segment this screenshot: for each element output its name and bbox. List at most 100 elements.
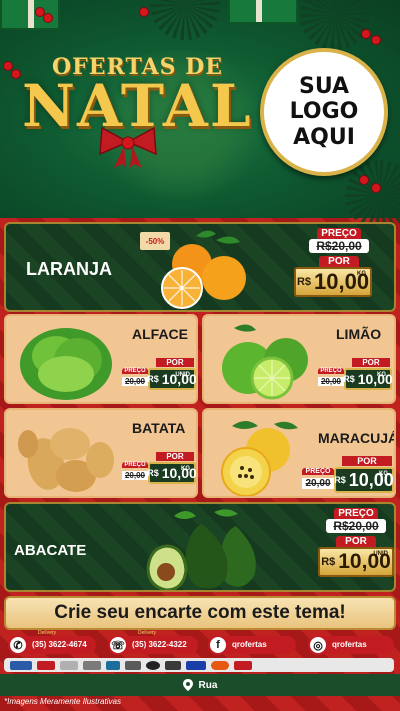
address-bar[interactable]: Rua (0, 674, 400, 696)
currency: R$ (147, 374, 159, 384)
avocado-image (146, 509, 256, 590)
instagram-handle: qrofertas (332, 640, 367, 649)
berry-icon (36, 8, 44, 16)
price-tag-laranja: PREÇO R$20,00 POR R$ 10,00 KG (294, 228, 374, 297)
visa-icon (186, 660, 206, 670)
berry-icon (140, 8, 148, 16)
mastercard-icon (211, 660, 229, 670)
product-name: ALFACE (132, 326, 188, 342)
phone-contact[interactable]: ☏ Delivery (35) 3622-4322 (108, 630, 198, 655)
new-price: R$ 10,00 KG (294, 267, 372, 297)
new-price: R$ 10,00 KG (147, 462, 197, 484)
card-icon (234, 660, 252, 670)
por-label: POR (319, 256, 359, 267)
whatsapp-contact[interactable]: ✆ Delivery (35) 3622-4674 (8, 630, 96, 655)
logo-line-3: AQUI (293, 124, 355, 150)
preco-label: PREÇO (317, 228, 361, 239)
card-icon (10, 660, 32, 670)
phone-icon: ☏ (108, 635, 128, 655)
logo-line-1: SUA (298, 74, 350, 100)
pine-branch-icon (150, 0, 220, 40)
instagram-icon: ◎ (308, 635, 328, 655)
pine-branch-icon (345, 160, 400, 230)
payment-methods-bar (4, 658, 394, 672)
facebook-icon: f (208, 635, 228, 655)
preco-label: PREÇO (318, 368, 344, 374)
berry-icon (12, 70, 20, 78)
new-price: R$ 10,00 UNID (318, 547, 394, 577)
whatsapp-icon: ✆ (8, 635, 28, 655)
preco-label: PREÇO (334, 508, 378, 519)
orange-image (161, 230, 246, 309)
lettuce-image (20, 328, 112, 400)
new-price: R$ 10,00 KG (343, 368, 393, 390)
unit: KG (377, 372, 386, 378)
card-icon (60, 660, 78, 670)
price-value: 10,00 (161, 465, 197, 481)
instagram-contact[interactable]: ◎ qrofertas (308, 635, 394, 655)
christmas-header: OFERTAS DE NATAL SUA LOGO AQUI (0, 0, 400, 230)
phone-number: (35) 3622-4322 (132, 640, 187, 649)
logo-line-2: LOGO (289, 99, 359, 125)
product-card-abacate[interactable]: ABACATE PREÇO R$20,00 POR R$ 10,00 UNID (4, 502, 396, 592)
product-name: LARANJA (26, 259, 113, 279)
unit: UNID (175, 372, 190, 378)
unit: KG (379, 471, 388, 477)
old-price: 20,00 (302, 478, 334, 489)
preco-label: PREÇO (302, 468, 334, 475)
berry-icon (44, 14, 52, 22)
unit: KG (181, 466, 190, 472)
new-price: R$ 10,00 KG (334, 467, 394, 493)
store-logo-placeholder: SUA LOGO AQUI (260, 48, 388, 176)
product-card-laranja[interactable]: LARANJA -50% PREÇO R$20,00 POR R$ 10,00 … (4, 222, 396, 312)
preco-label: PREÇO (122, 368, 148, 374)
passion-fruit-image (221, 421, 298, 496)
product-name: LIMÃO (336, 326, 382, 342)
price-value: 10,00 (357, 371, 393, 387)
old-price: 20,00 (122, 471, 148, 480)
currency: R$ (147, 468, 159, 478)
old-price: R$20,00 (309, 239, 369, 253)
lime-image (222, 324, 308, 400)
old-price: 20,00 (122, 377, 148, 386)
facebook-handle: qrofertas (232, 640, 267, 649)
new-price: R$ 10,00 UNID (147, 368, 196, 390)
product-name: BATATA (132, 420, 186, 436)
product-name: ABACATE (14, 542, 87, 559)
price-tag-abacate: PREÇO R$20,00 POR R$ 10,00 UNID (318, 508, 394, 577)
gift-box-icon (228, 0, 298, 24)
card-icon (165, 660, 181, 670)
cta-banner[interactable]: Crie seu encarte com este tema! (4, 596, 396, 630)
location-pin-icon (182, 679, 193, 691)
product-card-maracuja[interactable]: MARACUJÁ POR PREÇO 20,00 R$ 10,00 KG (202, 408, 396, 498)
card-icon (106, 660, 120, 670)
unit: UNID (373, 551, 388, 557)
flyer-page: OFERTAS DE NATAL SUA LOGO AQUI LARANJA -… (0, 0, 400, 711)
card-icon (83, 660, 101, 670)
product-card-limao[interactable]: LIMÃO POR PREÇO 20,00 R$ 10,00 KG (202, 314, 396, 404)
berry-icon (4, 62, 12, 70)
address-text: Rua (198, 679, 218, 691)
potato-image (18, 428, 114, 492)
ribbon-bow-icon (99, 126, 157, 168)
product-card-batata[interactable]: BATATA POR PREÇO 20,00 R$ 10,00 KG (4, 408, 198, 498)
whatsapp-phone: (35) 3622-4674 (32, 640, 87, 649)
card-icon (125, 660, 141, 670)
por-label: POR (156, 358, 194, 367)
por-label: POR (156, 452, 194, 461)
preco-label: PREÇO (122, 462, 148, 468)
card-icon (146, 660, 160, 670)
product-name: MARACUJÁ (318, 430, 396, 446)
berry-icon (360, 176, 368, 184)
currency: R$ (334, 475, 346, 485)
berry-icon (372, 36, 380, 44)
phone-label: Delivery (138, 630, 157, 636)
por-label: POR (336, 536, 376, 547)
currency: R$ (343, 374, 355, 384)
facebook-contact[interactable]: f qrofertas (208, 635, 296, 655)
product-card-alface[interactable]: ALFACE POR PREÇO 20,00 R$ 10,00 UNID (4, 314, 198, 404)
por-label: POR (342, 456, 392, 466)
unit: KG (357, 271, 366, 277)
card-icon (37, 660, 55, 670)
old-price: R$20,00 (326, 519, 386, 533)
